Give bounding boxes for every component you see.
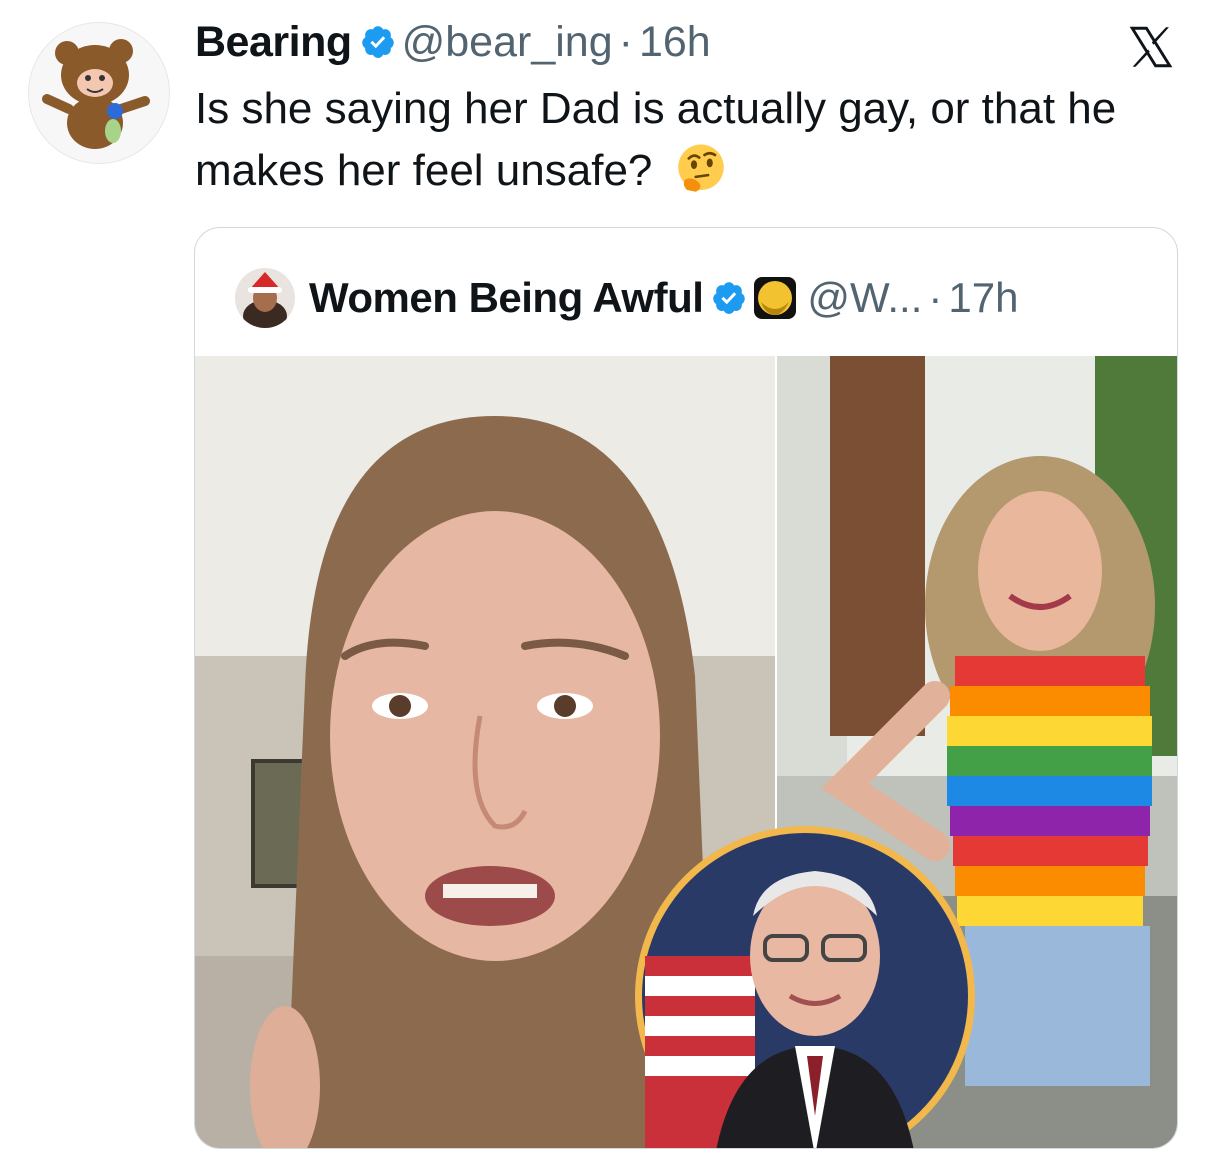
quoted-separator-dot: · (928, 274, 943, 321)
quoted-author-avatar[interactable] (235, 268, 295, 328)
separator-dot: · (618, 18, 633, 66)
tweet-text: Is she saying her Dad is actually gay, o… (195, 78, 1155, 202)
quoted-author-handle[interactable]: @W... (807, 268, 922, 328)
quoted-verified-badge-icon (713, 282, 746, 314)
bear-avatar-icon (29, 23, 169, 163)
author-handle[interactable]: @bear_ing (402, 14, 613, 70)
verified-badge-icon (361, 26, 394, 58)
quoted-tweet-timestamp[interactable]: 17h (948, 268, 1018, 328)
quoted-avatar-icon (235, 268, 295, 328)
quoted-tweet-media[interactable] (195, 356, 1177, 1149)
quoted-author-name[interactable]: Women Being Awful (309, 268, 704, 328)
quoted-tweet-header: Women Being Awful @W... · 17h (235, 268, 1018, 328)
quoted-tweet-card[interactable]: Women Being Awful @W... · 17h (194, 227, 1178, 1149)
x-logo-icon[interactable] (1126, 22, 1176, 72)
author-name[interactable]: Bearing (195, 14, 352, 70)
thinking-face-icon (677, 144, 724, 192)
tweet-timestamp[interactable]: 16h (639, 14, 711, 70)
tweet-body: Is she saying her Dad is actually gay, o… (195, 84, 1117, 195)
tweet-header: Bearing @bear_ing · 16h (195, 14, 711, 70)
gold-orb-icon (754, 277, 797, 319)
author-avatar[interactable] (28, 22, 170, 164)
